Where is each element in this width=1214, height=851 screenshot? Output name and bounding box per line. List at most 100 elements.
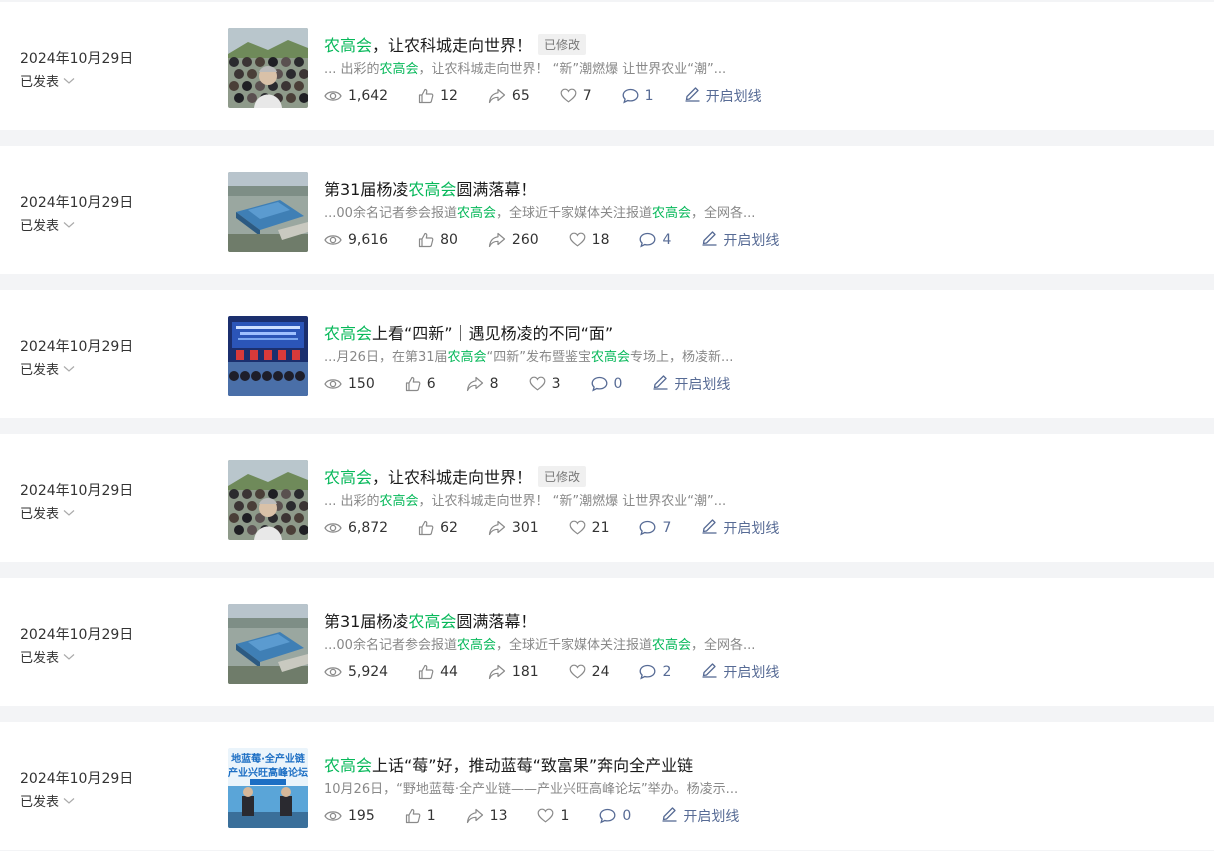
status-label: 已发表 — [20, 219, 60, 234]
eye-icon — [324, 665, 342, 679]
article-title[interactable]: 农高会上话“莓”好，推动蓝莓“致富果”奔向全产业链 — [324, 752, 693, 776]
status-label: 已发表 — [20, 75, 60, 90]
comments-link[interactable]: 0 — [591, 375, 623, 392]
status-dropdown[interactable]: 已发表 — [20, 215, 75, 234]
thumbs-up-icon — [405, 808, 421, 824]
comment-icon — [639, 664, 656, 680]
enable-annotation-button[interactable]: 开启划线 — [701, 517, 779, 538]
publish-date: 2024年10月29日 — [20, 483, 134, 499]
title-segment: 农高会 — [324, 324, 373, 343]
enable-annotation-button[interactable]: 开启划线 — [652, 373, 730, 394]
snippet-segment: ... 出彩的 — [324, 62, 380, 77]
status-dropdown[interactable]: 已发表 — [20, 359, 75, 378]
article-title[interactable]: 第31届杨凌农高会圆满落幕！ — [324, 176, 536, 200]
share-icon — [488, 232, 506, 248]
comments-link[interactable]: 2 — [639, 664, 671, 680]
share-icon — [488, 88, 506, 104]
article-snippet: ... 出彩的农高会，让农科城走向世界！ “新”潮燃爆 让世界农业“潮”... — [324, 490, 784, 509]
article-thumbnail[interactable] — [228, 316, 308, 396]
status-label: 已发表 — [20, 795, 60, 810]
comments-link[interactable]: 1 — [622, 88, 654, 104]
enable-annotation-label: 开启划线 — [674, 376, 731, 393]
snippet-segment: ... 出彩的 — [324, 494, 380, 509]
title-text[interactable]: 第31届杨凌农高会圆满落幕！ — [324, 176, 536, 200]
share-icon — [488, 520, 506, 536]
status-dropdown[interactable]: 已发表 — [20, 647, 75, 666]
comment-icon — [639, 520, 656, 536]
thumbs-up-icon — [418, 520, 434, 536]
comments-count: 2 — [662, 663, 672, 680]
comments-link[interactable]: 7 — [639, 520, 671, 536]
status-label: 已发表 — [20, 363, 60, 378]
comment-icon — [639, 232, 656, 248]
enable-annotation-button[interactable]: 开启划线 — [701, 661, 779, 682]
article-snippet: 10月26日，“野地蓝莓·全产业链——产业兴旺高峰论坛”举办。杨凌示... — [324, 778, 784, 797]
title-text[interactable]: 农高会，让农科城走向世界！ — [324, 32, 532, 56]
enable-annotation-label: 开启划线 — [723, 232, 780, 249]
likes-stat: 80 — [418, 232, 458, 248]
snippet-segment: 10月26日，“野地蓝莓·全产业链——产业兴旺高峰论坛”举办。杨凌示... — [324, 782, 739, 797]
favorites-stat: 7 — [560, 88, 592, 104]
pen-icon — [684, 85, 701, 106]
comment-icon — [591, 376, 608, 392]
title-segment: 农高会 — [324, 756, 373, 775]
title-segment: 圆满落幕！ — [456, 612, 537, 631]
eye-icon — [324, 89, 342, 103]
status-dropdown[interactable]: 已发表 — [20, 791, 75, 810]
comments-link[interactable]: 0 — [599, 808, 631, 824]
views-count: 5,924 — [348, 663, 389, 680]
article-thumbnail[interactable] — [228, 172, 308, 252]
shares-count: 8 — [489, 375, 499, 392]
snippet-segment: ...月26日，在第31届 — [324, 350, 448, 365]
article-snippet: ... 出彩的农高会，让农科城走向世界！ “新”潮燃爆 让世界农业“潮”... — [324, 58, 784, 77]
title-text[interactable]: 农高会上话“莓”好，推动蓝莓“致富果”奔向全产业链 — [324, 752, 693, 776]
article-title[interactable]: 农高会上看“四新”｜遇见杨凌的不同“面” — [324, 320, 613, 344]
chevron-down-icon — [63, 797, 75, 805]
title-segment: ，让农科城走向世界！ — [372, 468, 533, 487]
shares-count: 65 — [511, 87, 530, 104]
comments-count: 0 — [613, 375, 623, 392]
publish-date: 2024年10月29日 — [20, 339, 134, 355]
enable-annotation-button[interactable]: 开启划线 — [661, 805, 739, 826]
article-thumbnail[interactable]: 地蓝莓·全产业链 产业兴旺高峰论坛 — [228, 748, 308, 828]
enable-annotation-button[interactable]: 开启划线 — [684, 85, 762, 106]
title-segment: 第31届杨凌 — [324, 180, 409, 199]
shares-stat: 181 — [488, 664, 539, 680]
snippet-segment: 农高会 — [651, 206, 691, 221]
pen-icon — [661, 805, 678, 826]
article-row: 2024年10月29日 已发表 农高会上看“四新”｜遇见杨凌的不同“面” ...… — [0, 290, 1214, 418]
article-title[interactable]: 农高会，让农科城走向世界！ 已修改 — [324, 464, 587, 488]
title-text[interactable]: 农高会，让农科城走向世界！ — [324, 464, 532, 488]
enable-annotation-button[interactable]: 开启划线 — [701, 229, 779, 250]
title-segment: 上话“莓”好，推动蓝莓“致富果”奔向全产业链 — [372, 756, 694, 775]
heart-icon — [569, 520, 586, 535]
shares-stat: 260 — [488, 232, 539, 248]
comments-link[interactable]: 4 — [639, 232, 671, 248]
title-text[interactable]: 第31届杨凌农高会圆满落幕！ — [324, 608, 536, 632]
article-title[interactable]: 农高会，让农科城走向世界！ 已修改 — [324, 32, 587, 56]
views-stat: 6,872 — [324, 520, 388, 536]
article-stats: 1,642 12 65 7 1 开启划线 — [324, 85, 762, 106]
status-dropdown[interactable]: 已发表 — [20, 503, 75, 522]
share-icon — [488, 664, 506, 680]
title-text[interactable]: 农高会上看“四新”｜遇见杨凌的不同“面” — [324, 320, 613, 344]
share-icon — [466, 808, 484, 824]
snippet-segment: 农高会 — [651, 638, 691, 653]
article-thumbnail[interactable] — [228, 604, 308, 684]
article-thumbnail[interactable] — [228, 28, 308, 108]
likes-stat: 12 — [418, 88, 458, 104]
shares-count: 13 — [489, 807, 508, 824]
favorites-count: 1 — [560, 807, 570, 824]
favorites-count: 7 — [582, 87, 592, 104]
article-title[interactable]: 第31届杨凌农高会圆满落幕！ — [324, 608, 536, 632]
likes-count: 12 — [440, 87, 458, 104]
shares-count: 301 — [511, 519, 539, 536]
snippet-segment: 农高会 — [456, 206, 496, 221]
snippet-segment: ，全网各... — [691, 638, 756, 653]
likes-count: 80 — [440, 231, 458, 248]
status-dropdown[interactable]: 已发表 — [20, 71, 75, 90]
article-thumbnail[interactable] — [228, 460, 308, 540]
chevron-down-icon — [63, 365, 75, 373]
snippet-segment: 农高会 — [590, 350, 630, 365]
enable-annotation-label: 开启划线 — [723, 664, 780, 681]
